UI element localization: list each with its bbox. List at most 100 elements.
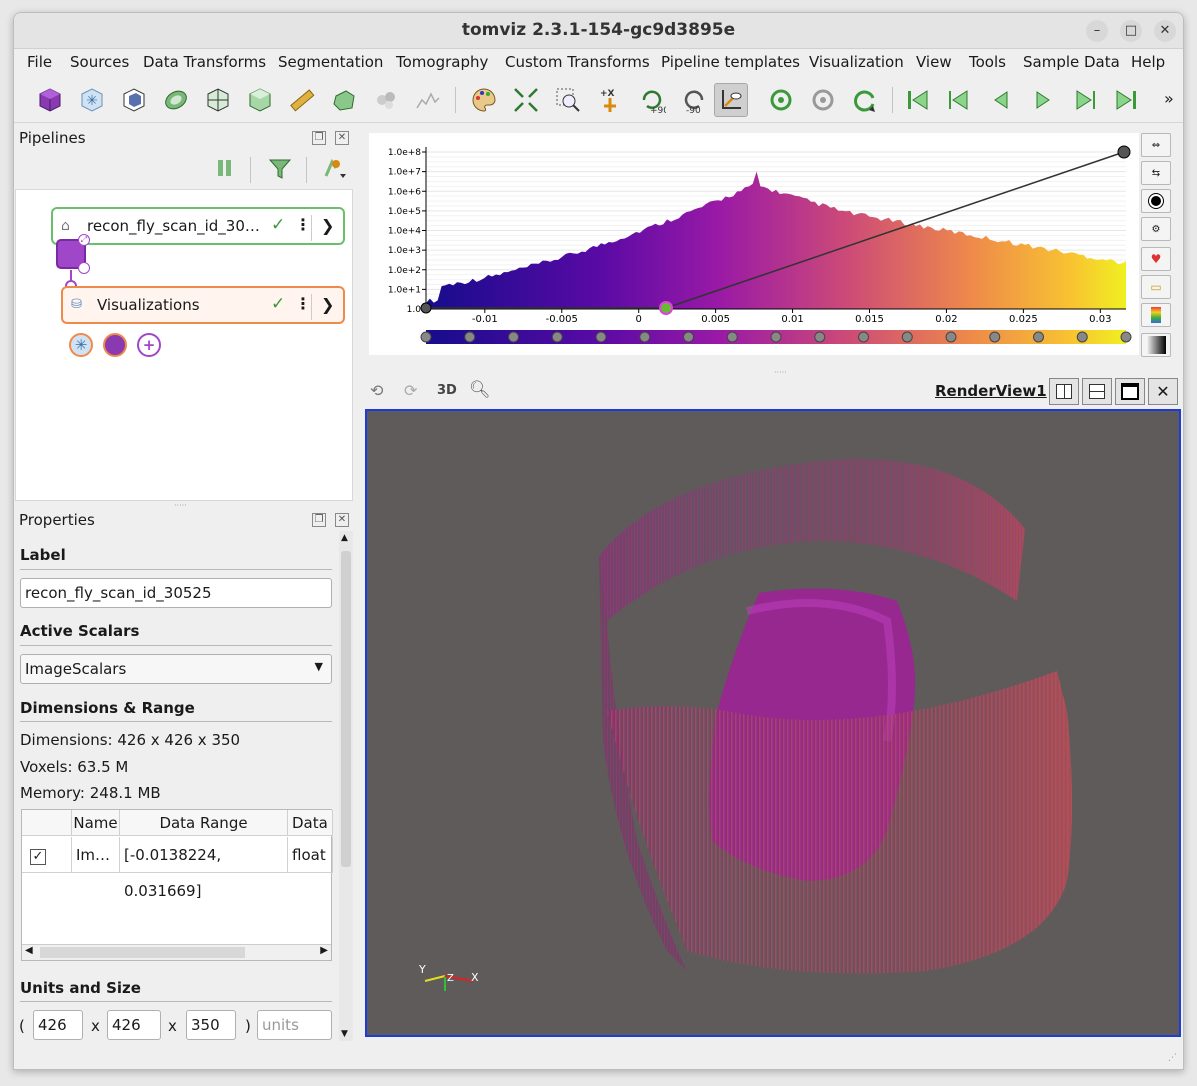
opacity-gradient-icon[interactable] (1141, 333, 1171, 357)
fit-range-icon[interactable]: ⇔ (1141, 133, 1171, 157)
chevron-right-icon[interactable]: ❯ (321, 216, 334, 235)
reload-icon[interactable] (764, 83, 798, 117)
colormap-control-point[interactable] (1033, 331, 1044, 343)
colormap-control-point[interactable] (726, 331, 738, 343)
render-view[interactable]: Y Z X (365, 409, 1181, 1037)
reset-camera-icon[interactable] (509, 83, 543, 117)
label-input[interactable]: recon_fly_scan_id_30525 (20, 578, 332, 608)
redo-icon[interactable] (848, 83, 882, 117)
color-legend-icon[interactable] (1141, 303, 1171, 327)
settings-icon[interactable]: ⚙ (1141, 217, 1171, 241)
molecule-icon[interactable] (369, 83, 403, 117)
palette-icon[interactable] (467, 83, 501, 117)
toggle-3d-button[interactable]: 3D (437, 383, 457, 398)
table-header-type[interactable]: Data T (288, 810, 333, 836)
split-vertical-icon[interactable] (1082, 378, 1112, 405)
colormap-control-point[interactable] (989, 331, 1001, 343)
segment-icon[interactable] (327, 83, 361, 117)
float-panel-icon[interactable]: ❐ (312, 131, 326, 145)
resize-grip-icon[interactable]: ⋰ (1168, 1053, 1177, 1063)
contour-icon[interactable] (159, 83, 193, 117)
menu-help[interactable]: Help (1131, 53, 1165, 71)
set-view-direction-icon[interactable]: +X (593, 83, 627, 117)
menu-view[interactable]: View (916, 53, 952, 71)
colormap-control-point[interactable] (1076, 331, 1088, 343)
split-horizontal-icon[interactable] (1049, 378, 1079, 405)
volume-icon[interactable] (117, 83, 151, 117)
chevron-right-icon[interactable]: ❯ (321, 295, 334, 314)
visualizations-node[interactable]: ⛁ Visualizations ✓ ⋮ ❯ (61, 286, 345, 324)
close-view-icon[interactable]: ✕ (1148, 378, 1178, 405)
menu-visualization[interactable]: Visualization (809, 53, 904, 71)
custom-range-icon[interactable]: ⇆ (1141, 161, 1171, 185)
colormap-control-point[interactable] (814, 331, 826, 343)
rotate-plus-90-icon[interactable]: +90 (635, 83, 669, 117)
outline-visualization-icon[interactable] (103, 333, 127, 357)
load-preset-icon[interactable]: ▭ (1141, 275, 1171, 299)
previous-frame-icon[interactable] (942, 83, 976, 117)
more-options-icon[interactable]: ⋮ (295, 294, 311, 313)
pipeline-settings-icon[interactable] (322, 158, 348, 184)
menu-segmentation[interactable]: Segmentation (278, 53, 383, 71)
next-frame-icon[interactable] (1068, 83, 1102, 117)
close-panel-icon[interactable]: ✕ (335, 131, 349, 145)
camera-undo-icon[interactable]: ⟲ (370, 381, 383, 400)
last-frame-icon[interactable] (1110, 83, 1144, 117)
menu-pipeline-templates[interactable]: Pipeline templates (661, 53, 800, 71)
close-panel-icon[interactable]: ✕ (335, 513, 349, 527)
maximize-view-icon[interactable] (1115, 378, 1145, 405)
colormap-control-point[interactable] (420, 331, 432, 343)
splitter-handle[interactable]: ····· (174, 501, 187, 510)
reset-icon[interactable] (806, 83, 840, 117)
menu-file[interactable]: File (27, 53, 52, 71)
colormap-control-point[interactable] (858, 331, 869, 343)
first-frame-icon[interactable] (900, 83, 934, 117)
volume-rendering[interactable]: Y Z X (367, 411, 1179, 1035)
size-x-input[interactable]: 426 (33, 1010, 83, 1040)
zoom-to-box-icon[interactable] (551, 83, 585, 117)
threshold-icon[interactable] (243, 83, 277, 117)
render-view-title[interactable]: RenderView1 (935, 382, 1047, 400)
ruler-icon[interactable] (285, 83, 319, 117)
camera-redo-icon[interactable]: ⟳ (404, 381, 417, 400)
zoom-to-box-icon[interactable]: 🔍︎ (469, 380, 491, 400)
slice-icon[interactable]: ✳ (75, 83, 109, 117)
center-axes-icon[interactable] (714, 83, 748, 117)
table-row-checkbox[interactable]: ✓ (22, 837, 72, 873)
play-backward-icon[interactable] (984, 83, 1018, 117)
menu-sources[interactable]: Sources (70, 53, 129, 71)
menu-custom-transforms[interactable]: Custom Transforms (505, 53, 650, 71)
toolbar-overflow-button[interactable]: » (1164, 89, 1174, 108)
opacity-control-point[interactable] (420, 302, 432, 314)
line-plot-icon[interactable] (411, 83, 445, 117)
menu-tools[interactable]: Tools (969, 53, 1006, 71)
save-preset-icon[interactable]: ♥ (1141, 247, 1171, 271)
colormap-control-point[interactable] (683, 331, 694, 343)
filter-icon[interactable] (268, 158, 292, 184)
menu-data-transforms[interactable]: Data Transforms (143, 53, 266, 71)
histogram-chart[interactable]: 1.0e+8 1.0e+7 1.0e+6 1.0e+5 1.0e+4 1.0e+3 1.0e… (369, 133, 1139, 355)
colormap-control-point[interactable] (595, 331, 607, 343)
size-z-input[interactable]: 350 (186, 1010, 236, 1040)
minimize-button[interactable]: – (1086, 20, 1108, 42)
units-input[interactable]: units (257, 1010, 332, 1040)
maximize-button[interactable]: □ (1120, 20, 1142, 42)
table-header-name[interactable]: Name (72, 810, 120, 836)
opacity-control-point[interactable] (659, 301, 673, 315)
menu-tomography[interactable]: Tomography (396, 53, 488, 71)
float-panel-icon[interactable]: ❐ (312, 513, 326, 527)
close-window-button[interactable]: ✕ (1154, 20, 1176, 42)
colormap-control-point[interactable] (639, 331, 651, 343)
play-icon[interactable] (1026, 83, 1060, 117)
rotate-minus-90-icon[interactable]: -90 (677, 83, 711, 117)
pipeline-source-node[interactable]: ⌂ recon_fly_scan_id_30… ✓ ⋮ ❯ (51, 207, 345, 245)
horizontal-scrollbar[interactable]: ◀ ▶ (22, 944, 331, 960)
orthogonal-slice-icon[interactable] (201, 83, 235, 117)
add-visualization-button[interactable]: + (137, 333, 161, 357)
histogram-panel[interactable]: 1.0e+8 1.0e+7 1.0e+6 1.0e+5 1.0e+4 1.0e+3 1.0e… (369, 133, 1139, 355)
pause-icon[interactable] (216, 158, 234, 178)
menu-sample-data[interactable]: Sample Data (1023, 53, 1120, 71)
preset-icon[interactable] (1141, 189, 1171, 213)
size-y-input[interactable]: 426 (107, 1010, 161, 1040)
table-header-range[interactable]: Data Range (120, 810, 288, 836)
